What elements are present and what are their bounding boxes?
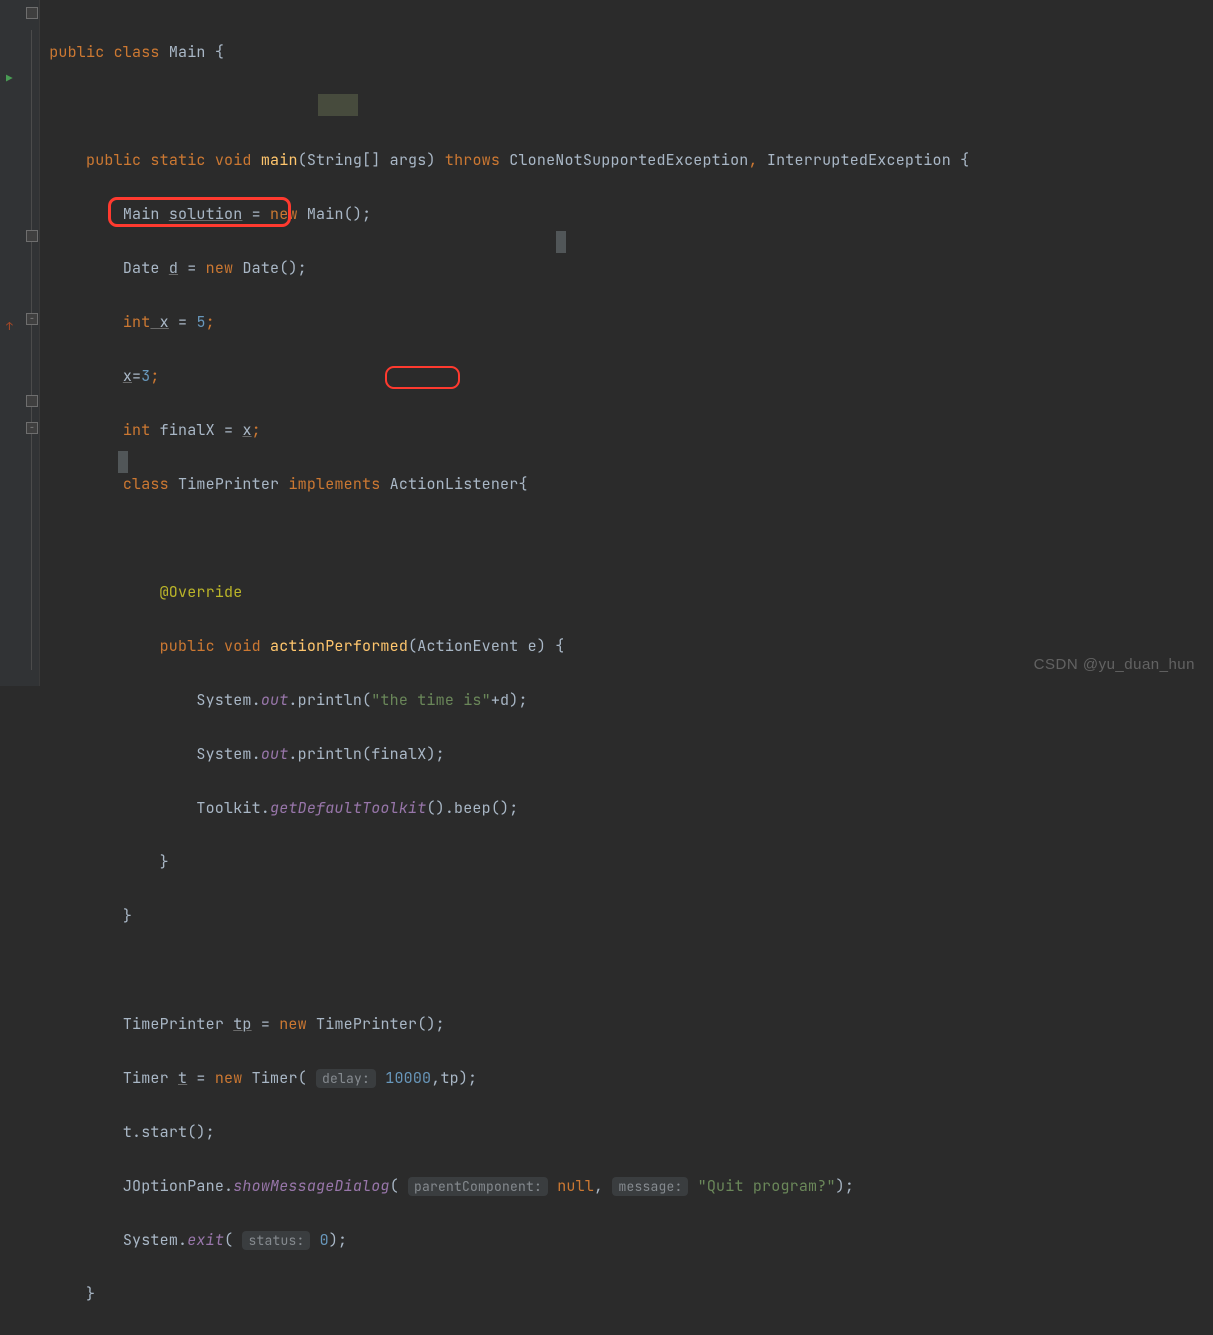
editor-gutter: ▶ ↑ - - (0, 0, 40, 686)
code-line[interactable]: int x = 5; (40, 309, 1213, 336)
fold-icon[interactable] (26, 395, 38, 407)
fold-icon[interactable] (26, 7, 38, 19)
code-line[interactable]: @Override (40, 579, 1213, 606)
fold-icon[interactable]: - (26, 422, 38, 434)
inlay-hint: delay: (316, 1069, 376, 1088)
code-line[interactable] (40, 525, 1213, 552)
code-line[interactable]: x=3; (40, 363, 1213, 390)
code-line[interactable]: TimePrinter tp = new TimePrinter(); (40, 1011, 1213, 1038)
code-editor[interactable]: public class Main { public static void m… (40, 0, 1213, 686)
code-line[interactable]: System.out.println("the time is"+d); (40, 687, 1213, 714)
code-line[interactable]: Toolkit.getDefaultToolkit().beep(); (40, 795, 1213, 822)
code-line[interactable]: Timer t = new Timer( delay: 10000,tp); (40, 1065, 1213, 1092)
code-line[interactable] (40, 957, 1213, 984)
code-line[interactable]: System.exit( status: 0); (40, 1227, 1213, 1254)
fold-icon[interactable]: - (26, 313, 38, 325)
override-icon[interactable]: ↑ (6, 314, 13, 341)
fold-line (31, 30, 32, 670)
inlay-hint: status: (242, 1231, 310, 1250)
code-line[interactable]: int finalX = x; (40, 417, 1213, 444)
code-line[interactable]: t.start(); (40, 1119, 1213, 1146)
code-line[interactable]: System.out.println(finalX); (40, 741, 1213, 768)
inlay-hint: message: (612, 1177, 688, 1196)
watermark-text: CSDN @yu_duan_hun (1034, 651, 1195, 678)
code-line[interactable]: } (40, 1281, 1213, 1308)
fold-icon[interactable] (26, 230, 38, 242)
code-line[interactable]: } (40, 849, 1213, 876)
inlay-hint: parentComponent: (408, 1177, 548, 1196)
code-line[interactable]: Date d = new Date(); (40, 255, 1213, 282)
code-line[interactable] (40, 93, 1213, 120)
code-line[interactable]: Main solution = new Main(); (40, 201, 1213, 228)
code-line[interactable]: } (40, 903, 1213, 930)
run-icon[interactable]: ▶ (6, 66, 13, 93)
code-line[interactable]: public static void main(String[] args) t… (40, 147, 1213, 174)
code-line[interactable]: public class Main { (40, 39, 1213, 66)
code-line[interactable]: JOptionPane.showMessageDialog( parentCom… (40, 1173, 1213, 1200)
code-line[interactable]: class TimePrinter implements ActionListe… (40, 471, 1213, 498)
